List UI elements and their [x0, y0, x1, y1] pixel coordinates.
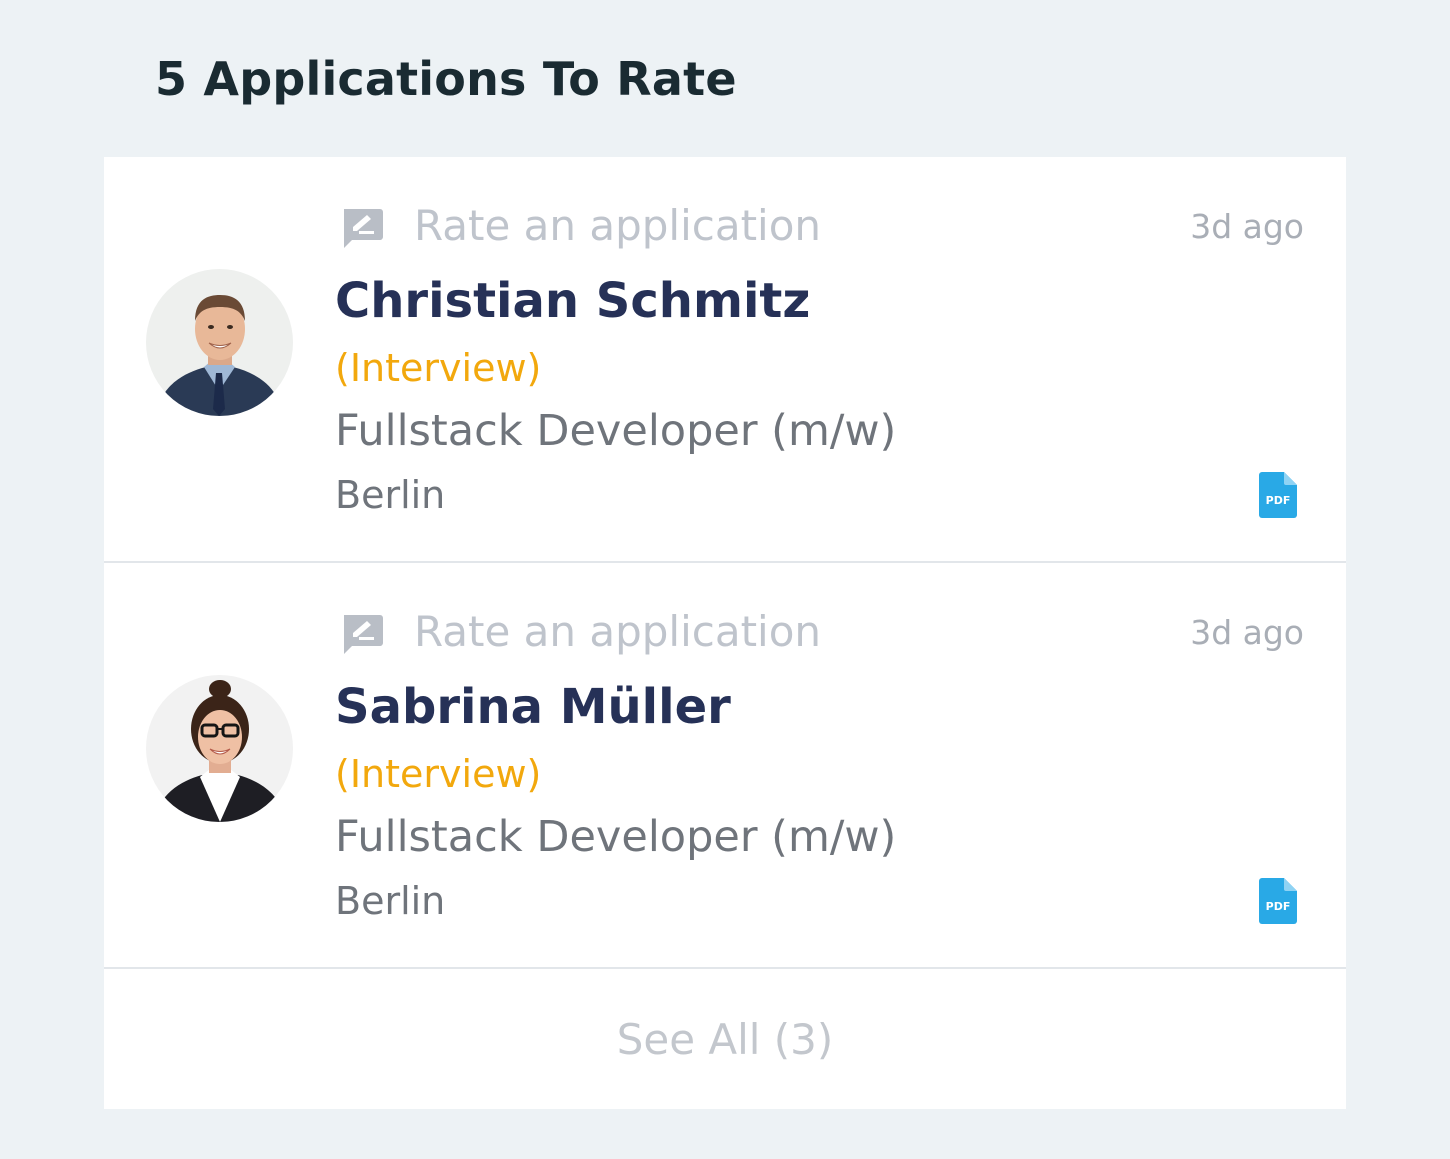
rate-application-label[interactable]: Rate an application	[414, 201, 821, 250]
svg-text:PDF: PDF	[1266, 900, 1291, 913]
avatar[interactable]	[146, 269, 293, 416]
applicant-name[interactable]: Sabrina Müller	[335, 679, 731, 735]
job-location: Berlin	[335, 473, 446, 517]
rate-feedback-icon	[340, 613, 384, 655]
pdf-icon[interactable]: PDF	[1259, 472, 1297, 518]
pdf-icon[interactable]: PDF	[1259, 878, 1297, 924]
rate-application-label[interactable]: Rate an application	[414, 607, 821, 656]
avatar[interactable]	[146, 675, 293, 822]
application-item[interactable]: Rate an application 3d ago Christian Sch…	[104, 157, 1346, 561]
application-stage: (Interview)	[335, 346, 542, 390]
applicant-name[interactable]: Christian Schmitz	[335, 273, 810, 329]
see-all-link[interactable]: See All (3)	[104, 969, 1346, 1109]
rate-feedback-icon	[340, 207, 384, 249]
time-ago: 3d ago	[1190, 613, 1304, 652]
application-stage: (Interview)	[335, 752, 542, 796]
job-location: Berlin	[335, 879, 446, 923]
job-title: Fullstack Developer (m/w)	[335, 812, 897, 862]
job-title: Fullstack Developer (m/w)	[335, 406, 897, 456]
applications-card: Rate an application 3d ago Christian Sch…	[104, 157, 1346, 1109]
time-ago: 3d ago	[1190, 207, 1304, 246]
application-item[interactable]: Rate an application 3d ago Sabrina Mülle…	[104, 563, 1346, 967]
page-title: 5 Applications To Rate	[155, 52, 737, 106]
svg-text:PDF: PDF	[1266, 494, 1291, 507]
